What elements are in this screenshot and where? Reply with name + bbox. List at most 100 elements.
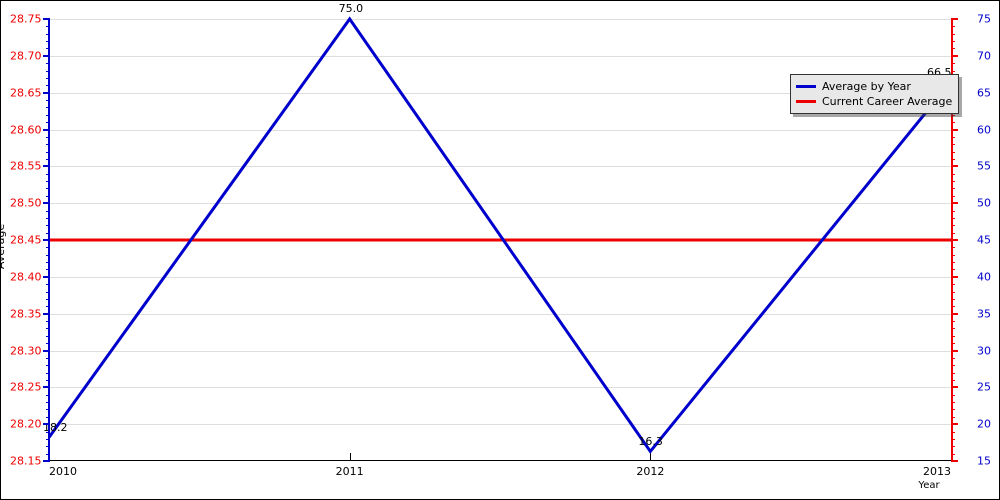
left-axis-minor-tick — [46, 402, 50, 404]
left-axis-tick-label: 45 — [977, 233, 991, 247]
right-axis-minor-tick — [951, 217, 955, 219]
left-value-axis — [43, 18, 50, 462]
right-axis-minor-tick — [951, 379, 955, 381]
left-axis-minor-tick — [46, 416, 50, 418]
right-axis-tick — [951, 275, 958, 278]
legend-label: Average by Year — [822, 80, 911, 93]
left-axis-tick — [43, 239, 50, 241]
right-axis-tick-label: 28.55 — [10, 159, 42, 173]
left-axis-tick — [43, 18, 50, 20]
left-axis-tick — [43, 165, 50, 168]
left-axis-minor-tick — [46, 63, 50, 65]
right-axis-tick — [951, 349, 958, 352]
right-axis-minor-tick — [951, 262, 955, 264]
left-axis-minor-tick — [46, 232, 50, 234]
right-axis-minor-tick — [951, 365, 955, 367]
right-axis-tick-label: 28.35 — [10, 307, 42, 321]
right-axis-minor-tick — [951, 232, 955, 234]
right-axis-tick-label: 28.15 — [10, 454, 42, 468]
left-axis-tick — [43, 312, 50, 315]
right-axis-minor-tick — [951, 48, 955, 50]
left-axis-minor-tick — [46, 158, 50, 160]
left-axis-minor-tick — [46, 306, 50, 308]
left-axis-tick-label: 65 — [977, 86, 991, 100]
right-axis-minor-tick — [951, 453, 955, 455]
left-axis-minor-tick — [46, 394, 50, 396]
right-axis-minor-tick — [951, 41, 955, 43]
right-axis-minor-tick — [951, 298, 955, 300]
chart-legend[interactable]: Average by Year Current Career Average — [790, 74, 960, 114]
left-axis-minor-tick — [46, 247, 50, 249]
left-axis-minor-tick — [46, 136, 50, 138]
right-axis-minor-tick — [951, 136, 955, 138]
left-axis-minor-tick — [46, 173, 50, 175]
left-axis-minor-tick — [46, 70, 50, 72]
legend-item[interactable]: Average by Year — [796, 79, 952, 94]
legend-color-swatch — [796, 100, 816, 103]
left-axis-minor-tick — [46, 114, 50, 116]
left-axis-minor-tick — [46, 122, 50, 124]
right-axis-minor-tick — [951, 188, 955, 190]
left-axis-minor-tick — [46, 85, 50, 87]
left-axis-tick — [43, 460, 50, 462]
left-axis-minor-tick — [46, 269, 50, 271]
left-axis-tick-label: 60 — [977, 123, 991, 136]
left-axis-minor-tick — [46, 217, 50, 219]
legend-color-swatch — [796, 85, 816, 88]
left-axis-minor-tick — [46, 379, 50, 381]
left-axis-minor-tick — [46, 107, 50, 109]
left-axis-tick — [43, 128, 50, 131]
right-axis-minor-tick — [951, 181, 955, 183]
right-axis-minor-tick — [951, 328, 955, 330]
right-axis-tick — [951, 165, 958, 168]
right-axis-minor-tick — [951, 446, 955, 448]
right-axis-minor-tick — [951, 416, 955, 418]
legend-item[interactable]: Current Career Average — [796, 94, 952, 109]
right-axis-tick-label: 28.20 — [10, 417, 42, 431]
right-axis-tick — [951, 423, 958, 426]
right-axis-minor-tick — [951, 284, 955, 286]
right-axis-minor-tick — [951, 33, 955, 35]
right-axis-minor-tick — [951, 151, 955, 153]
right-axis-tick-label: 28.50 — [10, 196, 42, 210]
left-axis-tick-label: 20 — [977, 417, 991, 431]
right-axis-minor-tick — [951, 409, 955, 411]
left-axis-minor-tick — [46, 100, 50, 102]
right-axis-tick-label: 28.40 — [10, 270, 42, 284]
left-axis-minor-tick — [46, 291, 50, 293]
left-axis-minor-tick — [46, 438, 50, 440]
left-axis-tick — [43, 54, 50, 57]
right-axis-minor-tick — [951, 144, 955, 146]
right-axis-tick — [951, 54, 958, 57]
left-axis-minor-tick — [46, 335, 50, 337]
left-axis-tick — [43, 423, 50, 426]
left-axis-tick — [43, 91, 50, 94]
right-axis-minor-tick — [951, 291, 955, 293]
left-axis-minor-tick — [46, 144, 50, 146]
left-axis-minor-tick — [46, 151, 50, 153]
left-axis-tick-label: 35 — [977, 307, 991, 321]
left-axis-tick-label: 25 — [977, 380, 991, 394]
left-axis-minor-tick — [46, 431, 50, 433]
right-axis-minor-tick — [951, 402, 955, 404]
left-axis-minor-tick — [46, 41, 50, 43]
left-axis-minor-tick — [46, 210, 50, 212]
left-axis-minor-tick — [46, 409, 50, 411]
right-axis-minor-tick — [951, 431, 955, 433]
right-axis-minor-tick — [951, 63, 955, 65]
left-axis-minor-tick — [46, 365, 50, 367]
x-axis-tick-label: 2010 — [49, 465, 77, 478]
right-axis-tick — [951, 128, 958, 131]
right-axis-tick — [951, 460, 958, 462]
right-axis-tick-label: 28.45 — [10, 233, 42, 247]
left-axis-minor-tick — [46, 343, 50, 345]
right-axis-tick-label: 28.30 — [10, 344, 42, 357]
x-axis-title: Year — [918, 480, 940, 491]
right-axis-minor-tick — [951, 438, 955, 440]
left-axis-minor-tick — [46, 26, 50, 28]
left-axis-minor-tick — [46, 48, 50, 50]
left-axis-tick-label: 50 — [977, 196, 991, 210]
right-axis-minor-tick — [951, 173, 955, 175]
right-axis-tick — [951, 202, 958, 205]
left-axis-tick-label: 30 — [977, 344, 991, 357]
